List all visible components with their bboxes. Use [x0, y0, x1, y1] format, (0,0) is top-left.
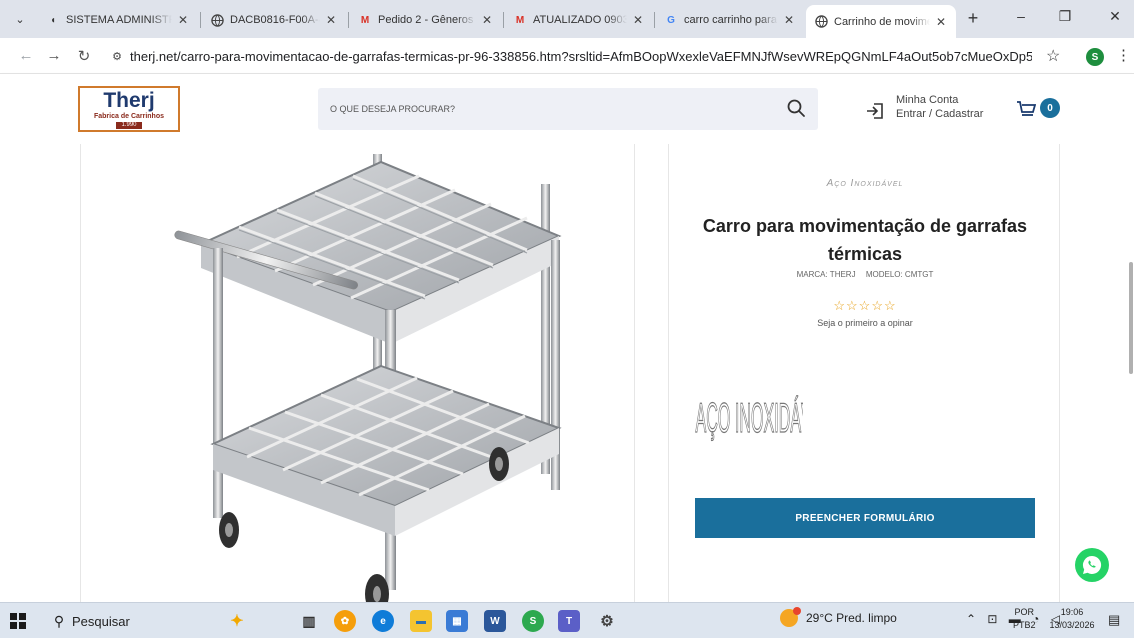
browser-toolbar: ← → ↻ ⚙ therj.net/carro-para-movimentaca…	[0, 38, 1134, 74]
word-icon[interactable]: W	[484, 610, 506, 632]
therj-logo[interactable]: Therj Fabrica de Carrinhos 1.990	[78, 86, 180, 132]
cart-icon	[1016, 100, 1037, 120]
settings-gear-icon[interactable]: ⚙	[596, 610, 618, 632]
notification-icon[interactable]: ▤	[1108, 612, 1120, 628]
google-icon: G	[667, 14, 675, 26]
close-window-icon[interactable]: ✕	[1100, 8, 1130, 25]
close-tab-icon[interactable]: ✕	[934, 15, 948, 29]
product-category[interactable]: Aço Inoxidável	[669, 178, 1061, 189]
search-icon[interactable]	[786, 98, 808, 120]
star-empty-icon: ☆	[871, 298, 884, 313]
product-info-panel: Aço Inoxidável Carro para movimentação d…	[668, 144, 1060, 602]
browser-tab[interactable]: M ATUALIZADO 090326 ✕	[505, 5, 653, 35]
browser-tab-active[interactable]: Carrinho de movimer ✕	[806, 5, 956, 38]
browser-tab[interactable]: DACB0816-F00A-4A8 ✕	[202, 5, 346, 35]
stainless-steel-badge-image: AÇO INOXIDÁVEL	[693, 368, 832, 458]
browser-tab[interactable]: M Pedido 2 - Gêneros A ✕	[350, 5, 502, 35]
rating-stars[interactable]: ☆☆☆☆☆	[669, 298, 1061, 314]
login-icon	[866, 102, 884, 120]
site-header: Therj Fabrica de Carrinhos 1.990 Minha C…	[0, 74, 1134, 144]
windows-start-icon[interactable]	[10, 613, 26, 629]
account-title: Minha Conta	[896, 94, 959, 106]
cart-button[interactable]: 0	[1016, 98, 1062, 122]
svg-text:AÇO INOXIDÁVEL: AÇO INOXIDÁVEL	[695, 394, 803, 441]
profile-avatar[interactable]: S	[1086, 48, 1104, 66]
pinwheel-app-icon[interactable]: ✿	[334, 610, 356, 632]
gmail-icon: M	[515, 14, 525, 26]
search-icon: ⚲	[53, 612, 65, 629]
new-tab-icon[interactable]: +	[962, 8, 984, 29]
close-tab-icon[interactable]: ✕	[631, 13, 645, 27]
taskbar-search[interactable]: ⚲ Pesquisar	[46, 607, 246, 635]
product-title: Carro para movimentação de garrafas térm…	[702, 216, 1028, 264]
star-empty-icon: ☆	[883, 298, 897, 313]
close-tab-icon[interactable]: ✕	[480, 13, 494, 27]
fill-form-button[interactable]: PREENCHER FORMULÁRIO	[695, 498, 1035, 538]
login-register-link[interactable]: Entrar / Cadastrar	[896, 108, 983, 120]
search-highlight-icon[interactable]: ✦	[226, 610, 248, 632]
forward-icon[interactable]: →	[44, 47, 64, 64]
restore-icon[interactable]: ❐	[1050, 8, 1080, 25]
search-box	[318, 88, 818, 130]
whatsapp-icon[interactable]	[1075, 548, 1109, 582]
browser-tab[interactable]: ◖ SISTEMA ADMINISTR ✕	[38, 5, 198, 35]
tab-search-dropdown-icon[interactable]: ⌄	[8, 8, 32, 30]
page-scrollbar[interactable]	[1129, 262, 1133, 374]
star-empty-icon: ☆	[858, 298, 872, 313]
star-empty-icon: ☆	[833, 298, 847, 313]
close-tab-icon[interactable]: ✕	[324, 13, 338, 27]
close-tab-icon[interactable]: ✕	[176, 13, 190, 27]
site-info-icon[interactable]: ⚙	[104, 50, 130, 63]
store-icon[interactable]: ▦	[446, 610, 468, 632]
teams-icon[interactable]: T	[558, 610, 580, 632]
product-page: Aço Inoxidável Carro para movimentação d…	[0, 144, 1134, 602]
product-meta: MARCA: THERJ MODELO: CMTGT	[669, 270, 1061, 279]
first-review-link[interactable]: Seja o primeiro a opinar	[669, 318, 1061, 328]
cart-count-badge: 0	[1040, 98, 1060, 118]
task-view-icon[interactable]: ▥	[298, 610, 320, 632]
product-cart-image[interactable]	[81, 144, 636, 602]
minimize-icon[interactable]: –	[1006, 8, 1036, 24]
back-icon[interactable]: ←	[16, 47, 36, 64]
address-bar[interactable]: ⚙ therj.net/carro-para-movimentacao-de-g…	[104, 42, 1032, 70]
model-label: MODELO: CMTGT	[865, 270, 934, 279]
account-link[interactable]: Minha Conta Entrar / Cadastrar	[866, 92, 996, 126]
windows-taskbar: ⚲ Pesquisar ✦ ▥ ✿ e ▬ ▦ W S T ⚙ 29°C Pre…	[0, 602, 1134, 638]
bookmark-star-icon[interactable]: ☆	[1046, 46, 1060, 66]
weather-widget[interactable]: 29°C Pred. limpo	[780, 607, 897, 627]
close-tab-icon[interactable]: ✕	[782, 13, 796, 27]
browser-tab[interactable]: G carro carrinho para tr ✕	[656, 5, 804, 35]
chrome-icon[interactable]: S	[522, 610, 544, 632]
bird-icon: ◖	[49, 14, 57, 26]
taskbar-clock[interactable]: 19:06 13/03/2026	[1046, 606, 1098, 632]
browser-menu-icon[interactable]: ⋮	[1116, 46, 1131, 64]
weather-sun-icon	[780, 607, 801, 627]
search-input[interactable]	[318, 88, 778, 130]
file-explorer-icon[interactable]: ▬	[410, 610, 432, 632]
gmail-icon: M	[360, 14, 370, 26]
globe-icon	[210, 13, 224, 27]
reload-icon[interactable]: ↻	[74, 47, 94, 65]
browser-tab-strip: ⌄ ◖ SISTEMA ADMINISTR ✕ DACB0816-F00A-4A…	[0, 0, 1134, 38]
edge-icon[interactable]: e	[372, 610, 394, 632]
product-image-panel	[80, 144, 635, 602]
star-empty-icon: ☆	[846, 298, 859, 313]
globe-icon	[814, 15, 828, 29]
language-indicator[interactable]: POR PTB2	[1013, 606, 1036, 632]
brand-label: MARCA: THERJ	[796, 270, 856, 279]
url-text[interactable]: therj.net/carro-para-movimentacao-de-gar…	[130, 49, 1032, 64]
